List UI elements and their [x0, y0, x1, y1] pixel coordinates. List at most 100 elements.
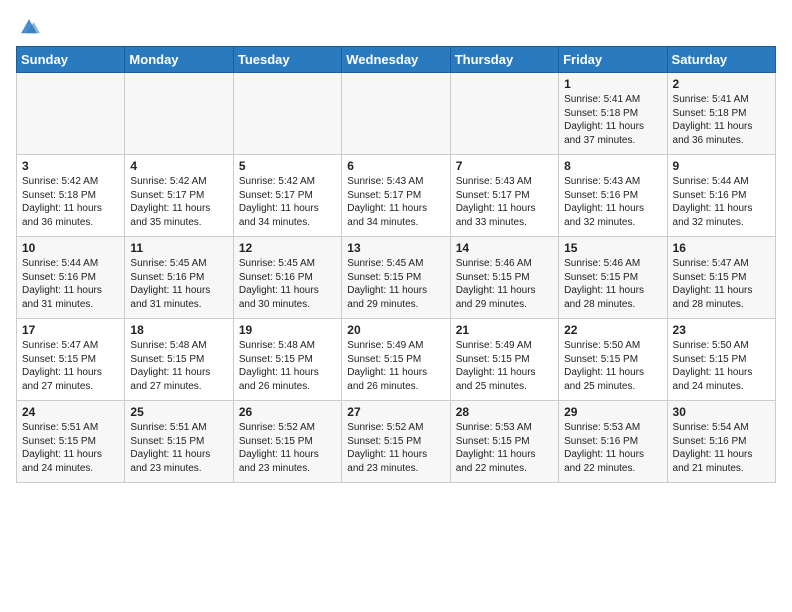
day-number: 11 [130, 241, 227, 255]
day-info: Sunrise: 5:46 AM Sunset: 5:15 PM Dayligh… [564, 257, 661, 311]
day-number: 25 [130, 405, 227, 419]
day-info: Sunrise: 5:45 AM Sunset: 5:16 PM Dayligh… [239, 257, 336, 311]
day-info: Sunrise: 5:41 AM Sunset: 5:18 PM Dayligh… [564, 93, 661, 147]
calendar-cell: 8 Sunrise: 5:43 AM Sunset: 5:16 PM Daylig… [559, 155, 667, 237]
day-number: 23 [673, 323, 770, 337]
day-info: Sunrise: 5:48 AM Sunset: 5:15 PM Dayligh… [239, 339, 336, 393]
weekday-header: Tuesday [233, 47, 341, 73]
day-number: 27 [347, 405, 444, 419]
logo-icon [18, 16, 40, 38]
calendar-cell: 27 Sunrise: 5:52 AM Sunset: 5:15 PM Dayli… [342, 401, 450, 483]
calendar-cell [17, 73, 125, 155]
calendar-cell: 23 Sunrise: 5:50 AM Sunset: 5:15 PM Dayli… [667, 319, 775, 401]
calendar-cell: 29 Sunrise: 5:53 AM Sunset: 5:16 PM Dayli… [559, 401, 667, 483]
calendar-cell: 15 Sunrise: 5:46 AM Sunset: 5:15 PM Dayli… [559, 237, 667, 319]
day-info: Sunrise: 5:54 AM Sunset: 5:16 PM Dayligh… [673, 421, 770, 475]
day-info: Sunrise: 5:50 AM Sunset: 5:15 PM Dayligh… [564, 339, 661, 393]
day-info: Sunrise: 5:42 AM Sunset: 5:17 PM Dayligh… [239, 175, 336, 229]
day-info: Sunrise: 5:53 AM Sunset: 5:15 PM Dayligh… [456, 421, 553, 475]
day-number: 14 [456, 241, 553, 255]
day-number: 18 [130, 323, 227, 337]
weekday-header: Sunday [17, 47, 125, 73]
calendar-cell: 17 Sunrise: 5:47 AM Sunset: 5:15 PM Dayli… [17, 319, 125, 401]
day-number: 3 [22, 159, 119, 173]
day-info: Sunrise: 5:52 AM Sunset: 5:15 PM Dayligh… [347, 421, 444, 475]
day-info: Sunrise: 5:49 AM Sunset: 5:15 PM Dayligh… [347, 339, 444, 393]
day-number: 21 [456, 323, 553, 337]
day-number: 17 [22, 323, 119, 337]
day-info: Sunrise: 5:51 AM Sunset: 5:15 PM Dayligh… [130, 421, 227, 475]
weekday-header: Wednesday [342, 47, 450, 73]
calendar-cell: 22 Sunrise: 5:50 AM Sunset: 5:15 PM Dayli… [559, 319, 667, 401]
calendar-cell [450, 73, 558, 155]
calendar-cell: 6Sunrise: 5:43 AM Sunset: 5:17 PM Daylig… [342, 155, 450, 237]
weekday-header: Saturday [667, 47, 775, 73]
day-info: Sunrise: 5:49 AM Sunset: 5:15 PM Dayligh… [456, 339, 553, 393]
day-info: Sunrise: 5:47 AM Sunset: 5:15 PM Dayligh… [22, 339, 119, 393]
day-info: Sunrise: 5:41 AM Sunset: 5:18 PM Dayligh… [673, 93, 770, 147]
day-number: 24 [22, 405, 119, 419]
day-number: 5 [239, 159, 336, 173]
day-info: Sunrise: 5:48 AM Sunset: 5:15 PM Dayligh… [130, 339, 227, 393]
calendar-cell: 7 Sunrise: 5:43 AM Sunset: 5:17 PM Daylig… [450, 155, 558, 237]
day-number: 29 [564, 405, 661, 419]
day-number: 26 [239, 405, 336, 419]
day-info: Sunrise: 5:51 AM Sunset: 5:15 PM Dayligh… [22, 421, 119, 475]
calendar-cell [233, 73, 341, 155]
header [16, 16, 776, 38]
day-number: 1 [564, 77, 661, 91]
day-number: 22 [564, 323, 661, 337]
day-number: 20 [347, 323, 444, 337]
calendar-cell: 19 Sunrise: 5:48 AM Sunset: 5:15 PM Dayli… [233, 319, 341, 401]
calendar-cell: 26 Sunrise: 5:52 AM Sunset: 5:15 PM Dayli… [233, 401, 341, 483]
day-number: 4 [130, 159, 227, 173]
day-info: Sunrise: 5:44 AM Sunset: 5:16 PM Dayligh… [22, 257, 119, 311]
calendar-cell [125, 73, 233, 155]
calendar-cell: 12Sunrise: 5:45 AM Sunset: 5:16 PM Dayli… [233, 237, 341, 319]
day-number: 7 [456, 159, 553, 173]
calendar-week-row: 3 Sunrise: 5:42 AM Sunset: 5:18 PM Daylig… [17, 155, 776, 237]
calendar-cell: 16 Sunrise: 5:47 AM Sunset: 5:15 PM Dayli… [667, 237, 775, 319]
day-number: 30 [673, 405, 770, 419]
day-info: Sunrise: 5:53 AM Sunset: 5:16 PM Dayligh… [564, 421, 661, 475]
day-number: 10 [22, 241, 119, 255]
calendar-cell: 10 Sunrise: 5:44 AM Sunset: 5:16 PM Dayli… [17, 237, 125, 319]
calendar-cell: 24 Sunrise: 5:51 AM Sunset: 5:15 PM Dayli… [17, 401, 125, 483]
day-number: 13 [347, 241, 444, 255]
day-number: 16 [673, 241, 770, 255]
calendar-cell: 14Sunrise: 5:46 AM Sunset: 5:15 PM Dayli… [450, 237, 558, 319]
calendar-cell: 30 Sunrise: 5:54 AM Sunset: 5:16 PM Dayli… [667, 401, 775, 483]
day-info: Sunrise: 5:45 AM Sunset: 5:16 PM Dayligh… [130, 257, 227, 311]
day-info: Sunrise: 5:42 AM Sunset: 5:18 PM Dayligh… [22, 175, 119, 229]
day-number: 9 [673, 159, 770, 173]
day-number: 19 [239, 323, 336, 337]
calendar-cell: 28 Sunrise: 5:53 AM Sunset: 5:15 PM Dayli… [450, 401, 558, 483]
day-number: 8 [564, 159, 661, 173]
calendar-week-row: 24 Sunrise: 5:51 AM Sunset: 5:15 PM Dayli… [17, 401, 776, 483]
calendar-cell: 11 Sunrise: 5:45 AM Sunset: 5:16 PM Dayli… [125, 237, 233, 319]
calendar-cell: 13 Sunrise: 5:45 AM Sunset: 5:15 PM Dayli… [342, 237, 450, 319]
calendar-week-row: 10 Sunrise: 5:44 AM Sunset: 5:16 PM Dayli… [17, 237, 776, 319]
calendar-cell: 3 Sunrise: 5:42 AM Sunset: 5:18 PM Daylig… [17, 155, 125, 237]
calendar-cell: 21 Sunrise: 5:49 AM Sunset: 5:15 PM Dayli… [450, 319, 558, 401]
day-number: 28 [456, 405, 553, 419]
weekday-header: Friday [559, 47, 667, 73]
logo [16, 16, 42, 38]
calendar-cell: 9 Sunrise: 5:44 AM Sunset: 5:16 PM Daylig… [667, 155, 775, 237]
calendar-cell: 25 Sunrise: 5:51 AM Sunset: 5:15 PM Dayli… [125, 401, 233, 483]
day-info: Sunrise: 5:44 AM Sunset: 5:16 PM Dayligh… [673, 175, 770, 229]
calendar-table: SundayMondayTuesdayWednesdayThursdayFrid… [16, 46, 776, 483]
day-info: Sunrise: 5:43 AM Sunset: 5:17 PM Dayligh… [456, 175, 553, 229]
weekday-header: Thursday [450, 47, 558, 73]
day-info: Sunrise: 5:45 AM Sunset: 5:15 PM Dayligh… [347, 257, 444, 311]
day-info: Sunrise: 5:52 AM Sunset: 5:15 PM Dayligh… [239, 421, 336, 475]
day-info: Sunrise: 5:47 AM Sunset: 5:15 PM Dayligh… [673, 257, 770, 311]
day-info: Sunrise: 5:50 AM Sunset: 5:15 PM Dayligh… [673, 339, 770, 393]
weekday-header: Monday [125, 47, 233, 73]
page: SundayMondayTuesdayWednesdayThursdayFrid… [0, 0, 792, 495]
day-number: 15 [564, 241, 661, 255]
day-number: 2 [673, 77, 770, 91]
day-info: Sunrise: 5:43 AM Sunset: 5:16 PM Dayligh… [564, 175, 661, 229]
calendar-cell [342, 73, 450, 155]
day-info: Sunrise: 5:42 AM Sunset: 5:17 PM Dayligh… [130, 175, 227, 229]
